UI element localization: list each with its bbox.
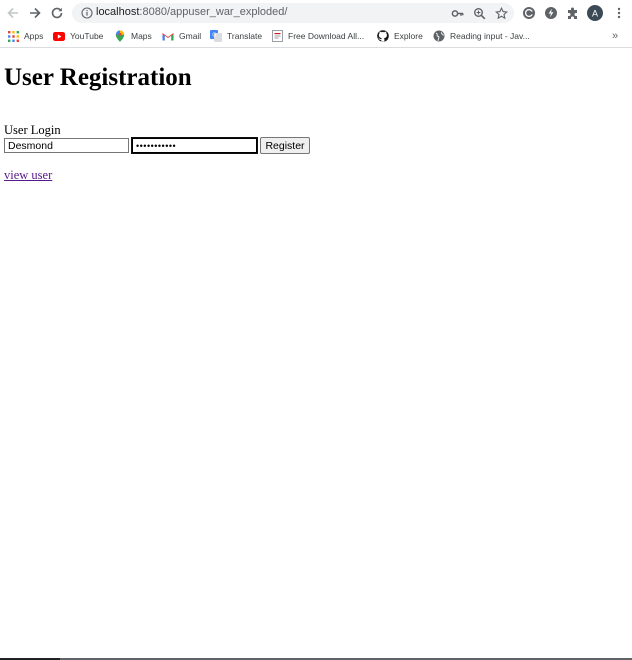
bookmark-gmail[interactable]: Gmail xyxy=(162,29,201,43)
bookmark-label: Reading input - Jav... xyxy=(450,31,530,41)
profile-initial: A xyxy=(592,9,598,19)
info-icon xyxy=(81,7,93,19)
github-icon xyxy=(377,30,389,42)
bookmark-apps[interactable]: Apps xyxy=(7,29,43,43)
bookmark-free-download[interactable]: Free Download All... xyxy=(271,29,364,43)
reload-button[interactable] xyxy=(48,4,66,22)
maps-icon xyxy=(114,30,126,42)
extension-bolt-button[interactable] xyxy=(543,5,559,21)
url-text[interactable]: localhost:8080/appuser_war_exploded/ xyxy=(96,6,287,18)
kebab-menu-icon xyxy=(617,7,621,19)
page-title: User Registration xyxy=(4,64,192,91)
bookmark-maps[interactable]: Maps xyxy=(114,29,152,43)
extension-bolt-icon xyxy=(545,7,557,19)
back-button[interactable] xyxy=(4,4,22,22)
url-host: localhost xyxy=(96,6,140,18)
extension-c-button[interactable] xyxy=(521,5,537,21)
arrow-left-icon xyxy=(7,7,18,19)
username-input[interactable] xyxy=(4,138,129,153)
puzzle-icon xyxy=(568,7,577,19)
bookmark-label: Translate xyxy=(227,31,263,41)
apps-grid-icon xyxy=(7,30,19,42)
user-login-label: User Login xyxy=(4,123,61,137)
forward-button[interactable] xyxy=(26,4,44,22)
browser-toolbar: localhost:8080/appuser_war_exploded/ A xyxy=(0,0,632,26)
gmail-icon xyxy=(162,30,174,42)
svg-text:G: G xyxy=(212,33,216,39)
url-path: :8080/appuser_war_exploded/ xyxy=(139,6,288,18)
site-info-button[interactable] xyxy=(80,6,94,20)
extension-c-icon xyxy=(523,7,535,19)
bookmark-label: Gmail xyxy=(179,31,202,41)
page-icon xyxy=(271,30,283,42)
translate-icon: G xyxy=(210,30,222,42)
browser-menu-button[interactable] xyxy=(611,5,627,21)
star-icon xyxy=(494,6,508,19)
profile-button[interactable]: A xyxy=(587,5,603,21)
password-key-button[interactable] xyxy=(450,6,464,20)
address-bar[interactable]: localhost:8080/appuser_war_exploded/ xyxy=(72,3,514,23)
bookmark-label: YouTube xyxy=(70,31,104,41)
bookmark-youtube[interactable]: YouTube xyxy=(53,29,103,43)
bookmark-reading-input[interactable]: Reading input - Jav... xyxy=(433,29,530,43)
bookmark-label: Explore xyxy=(394,31,423,41)
key-icon xyxy=(451,9,464,17)
bookmarks-overflow-button[interactable]: » xyxy=(612,29,618,43)
avatar: A xyxy=(587,5,603,21)
bookmark-label: Free Download All... xyxy=(288,31,365,41)
bookmark-explore[interactable]: Explore xyxy=(377,29,423,43)
bookmark-translate[interactable]: G Translate xyxy=(210,29,262,43)
reload-icon xyxy=(51,7,63,19)
password-input[interactable] xyxy=(132,138,257,153)
bookmark-label: Apps xyxy=(24,31,44,41)
view-user-link[interactable]: view user xyxy=(4,168,52,183)
globe-icon xyxy=(433,30,445,42)
overflow-chevron-icon: » xyxy=(612,30,619,42)
page-content: User Registration User Login Register vi… xyxy=(0,48,632,660)
bookmark-star-button[interactable] xyxy=(494,6,508,20)
youtube-icon xyxy=(53,30,65,42)
zoom-icon xyxy=(473,7,485,19)
register-button[interactable]: Register xyxy=(260,137,310,154)
zoom-button[interactable] xyxy=(472,6,486,20)
bookmark-label: Maps xyxy=(131,31,152,41)
arrow-right-icon xyxy=(30,7,41,19)
extensions-button[interactable] xyxy=(565,5,581,21)
bookmarks-bar: Apps YouTube Maps Gmail G Translate Free… xyxy=(0,26,632,46)
